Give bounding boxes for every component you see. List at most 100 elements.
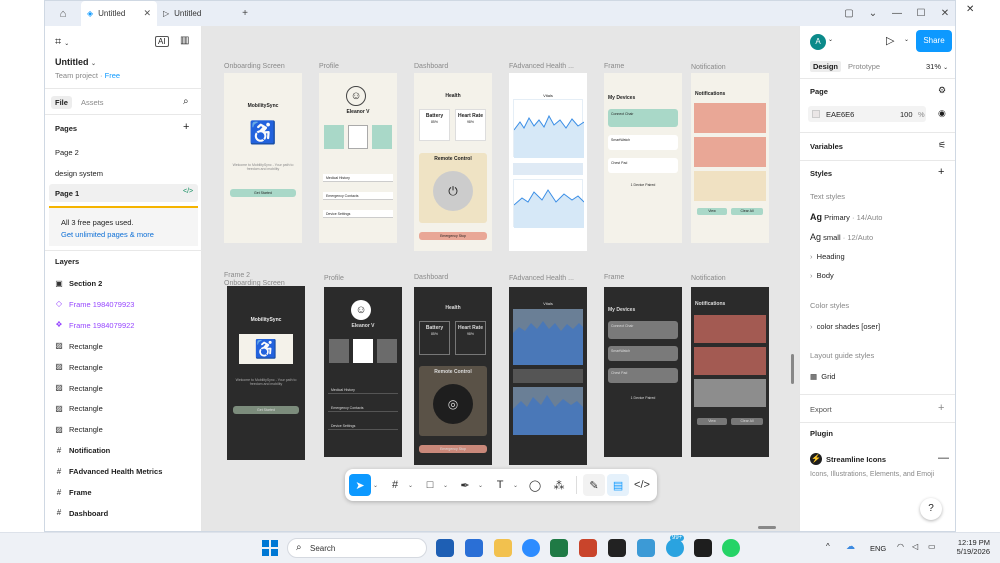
actions-tool-icon[interactable]: ⁂ (548, 474, 570, 496)
page-styles-icon[interactable]: ⚙ (938, 85, 946, 96)
add-page-button[interactable]: + (183, 121, 189, 133)
tab-untitled[interactable]: ▷ Untitled (157, 1, 233, 26)
variables-heading[interactable]: Variables (810, 142, 843, 151)
notifications-frame-light[interactable]: Notifications View Clear All (691, 73, 769, 243)
chevron-down-icon[interactable]: ⌄ (373, 482, 378, 489)
terminal-icon[interactable] (608, 539, 626, 557)
page-item-design-system[interactable]: design system (55, 169, 103, 178)
tab-file[interactable]: File (51, 96, 72, 109)
share-button[interactable]: Share (916, 30, 952, 52)
remove-plugin-button[interactable]: — (938, 452, 949, 464)
layer-item[interactable]: ▣ Section 2 (55, 279, 102, 288)
frame-label[interactable]: Dashboard (414, 63, 448, 70)
frame-label[interactable]: Notification (691, 275, 726, 282)
chevron-down-icon[interactable]: ⌄ (828, 36, 833, 43)
wifi-icon[interactable]: ◠ (897, 542, 904, 551)
volume-icon[interactable]: ◁ (912, 542, 918, 551)
language-indicator[interactable]: ENG (870, 544, 886, 553)
frame-label[interactable]: Profile (319, 63, 339, 70)
layer-item[interactable]: ▨ Rectangle (55, 404, 103, 413)
text-style-primary[interactable]: Ag Primary · 14/Auto (810, 212, 882, 222)
tab-prototype[interactable]: Prototype (848, 62, 880, 71)
sidebar-toggle-button[interactable]: ▢ (837, 1, 861, 26)
vertical-scrollbar[interactable] (791, 354, 794, 384)
figma-menu-icon[interactable]: ⌗ ⌄ (55, 36, 69, 49)
move-tool-icon[interactable]: ➤ (349, 474, 371, 496)
frame-label[interactable]: Frame (604, 274, 624, 281)
chevron-up-icon[interactable]: ^ (826, 542, 830, 551)
frame-label[interactable]: FAdvanced Health ... (509, 275, 574, 282)
frame-label[interactable]: Profile (324, 275, 344, 282)
layer-item[interactable]: # Frame (55, 488, 92, 497)
layout-panel-icon[interactable]: ▥ (180, 35, 189, 46)
store-icon[interactable] (465, 539, 483, 557)
frame-label[interactable]: FAdvanced Health ... (509, 63, 574, 70)
devices-frame-light[interactable]: My Devices Connect Chair SmartWatch Ches… (604, 73, 682, 243)
layer-item[interactable]: ▨ Rectangle (55, 363, 103, 372)
desktop-close-icon[interactable]: ✕ (966, 4, 974, 15)
comment-tool-icon[interactable]: ◯ (524, 474, 546, 496)
zoom-icon[interactable] (522, 539, 540, 557)
chevron-down-icon[interactable]: ⌄ (478, 482, 483, 489)
frame-label[interactable]: Dashboard (414, 274, 448, 281)
profile-frame-light[interactable]: ☺ Eleanor V Medical History Emergency Co… (319, 73, 397, 243)
powerpoint-icon[interactable] (579, 539, 597, 557)
style-group-heading[interactable]: › Heading (810, 252, 845, 261)
export-heading[interactable]: Export (810, 405, 832, 414)
help-button[interactable]: ? (920, 498, 942, 520)
telegram-icon[interactable] (666, 539, 684, 557)
frame-label[interactable]: Onboarding Screen (224, 63, 285, 70)
home-button[interactable]: ⌂ (45, 1, 81, 26)
chevron-down-icon[interactable]: ⌄ (904, 36, 909, 43)
file-explorer-icon[interactable] (494, 539, 512, 557)
zoom-dropdown[interactable]: 31% ⌄ (926, 62, 948, 71)
file-name[interactable]: Untitled ⌄ (55, 57, 96, 67)
minimize-button[interactable]: — (885, 1, 909, 26)
notifications-frame-dark[interactable]: Notifications View Clear All (691, 287, 769, 457)
layer-item[interactable]: # Dashboard (55, 509, 108, 518)
battery-icon[interactable]: ▭ (928, 542, 936, 551)
variables-adjust-icon[interactable]: ⚟ (938, 140, 946, 151)
vitals-frame-dark[interactable]: Vitals (509, 287, 587, 465)
onboarding-frame-light[interactable]: MobilitySync ♿ Welcome to MobilitySync -… (224, 73, 302, 243)
layer-item[interactable]: ▨ Rectangle (55, 342, 103, 351)
grid-style[interactable]: ▦ Grid (810, 372, 835, 381)
plugin-name[interactable]: Streamline Icons (826, 455, 886, 464)
maximize-button[interactable]: ☐ (909, 1, 933, 26)
avatar[interactable]: A (810, 34, 826, 50)
taskbar-search[interactable]: ⌕ Search (287, 538, 427, 558)
tab-assets[interactable]: Assets (81, 98, 104, 107)
snipping-tool-icon[interactable] (637, 539, 655, 557)
frame-label[interactable]: Frame (604, 63, 624, 70)
page-item-page-1[interactable]: Page 1 </> (49, 184, 198, 202)
add-style-button[interactable]: + (938, 166, 944, 178)
horizontal-scrollbar[interactable] (758, 526, 776, 529)
eye-icon[interactable]: ◉ (938, 108, 946, 119)
layer-item[interactable]: # FAdvanced Health Metrics (55, 467, 163, 476)
layer-item[interactable]: ▨ Rectangle (55, 425, 103, 434)
dev-mode-icon[interactable]: </> (631, 474, 653, 496)
style-group-body[interactable]: › Body (810, 271, 834, 280)
tab-untitled-active[interactable]: ◈ Untitled ✕ (81, 1, 157, 26)
ai-icon[interactable]: AI (155, 36, 169, 47)
rectangle-tool-icon[interactable]: □ (419, 474, 441, 496)
close-window-button[interactable]: ✕ (933, 1, 955, 26)
add-export-button[interactable]: + (938, 402, 944, 414)
dashboard-frame-light[interactable]: Health Battery 85% Heart Rate 98% Remote C… (414, 73, 492, 251)
figma-taskbar-icon[interactable] (694, 539, 712, 557)
layer-item[interactable]: ◇ Frame 1984079923 (55, 300, 135, 309)
chevron-down-icon[interactable]: ⌄ (861, 1, 885, 26)
weather-icon[interactable]: ☁ (846, 541, 855, 552)
layer-item[interactable]: ❖ Frame 1984079922 (55, 321, 134, 330)
unlimited-pages-link[interactable]: Get unlimited pages & more (61, 230, 154, 239)
vitals-frame-light[interactable]: Vitals (509, 73, 587, 251)
search-icon[interactable]: ⌕ (183, 96, 189, 107)
outlook-icon[interactable] (436, 539, 454, 557)
layer-item[interactable]: ▨ Rectangle (55, 384, 103, 393)
color-style-group[interactable]: › color shades [oser] (810, 322, 880, 331)
design-mode-icon[interactable]: ▤ (607, 474, 630, 496)
tab-design[interactable]: Design (810, 61, 842, 72)
devices-frame-dark[interactable]: My Devices Connect Chair SmartWatch Ches… (604, 287, 682, 457)
windows-start-icon[interactable] (262, 540, 278, 556)
design-canvas[interactable]: Onboarding Screen Profile Dashboard FAdv… (202, 26, 799, 531)
